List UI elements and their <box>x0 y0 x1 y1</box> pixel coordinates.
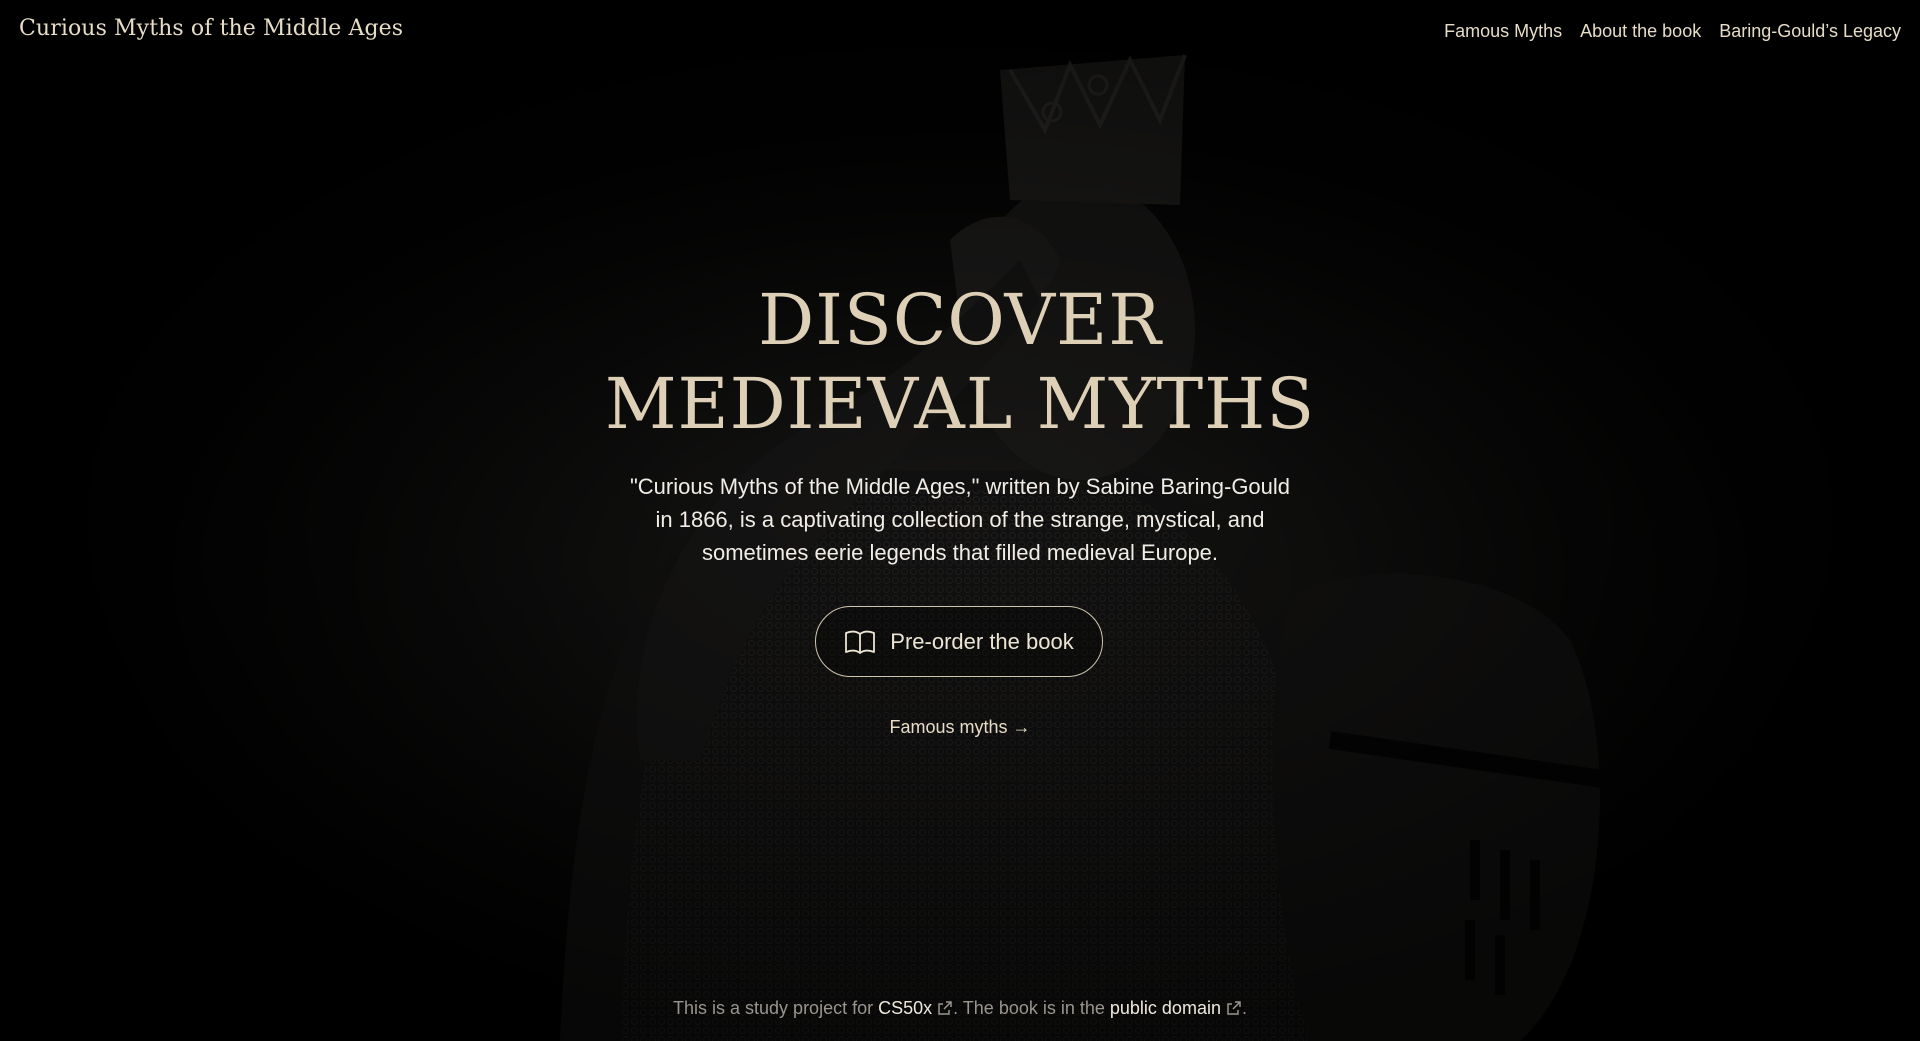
hero-title-line-1: DISCOVER <box>758 279 1162 361</box>
site-footer: This is a study project for CS50x . The b… <box>0 998 1920 1019</box>
main-nav: Famous Myths About the book Baring-Gould… <box>1444 21 1901 42</box>
external-link-icon <box>1227 1001 1241 1015</box>
famous-myths-link[interactable]: Famous myths → <box>860 717 1060 738</box>
footer-text-before: This is a study project for <box>673 998 879 1018</box>
open-book-icon <box>845 630 876 654</box>
preorder-button[interactable]: Pre-order the book <box>815 606 1103 677</box>
hero-description: "Curious Myths of the Middle Ages," writ… <box>629 474 1291 565</box>
site-header: Curious Myths of the Middle Ages Famous … <box>0 0 1920 62</box>
footer-text-after: . <box>1241 998 1247 1018</box>
brand-logo-link[interactable]: Curious Myths of the Middle Ages <box>19 16 403 41</box>
cs50x-link[interactable]: CS50x <box>878 998 953 1018</box>
external-link-icon <box>938 1001 952 1015</box>
cs50x-link-label: CS50x <box>878 998 933 1018</box>
nav-link-baring-goulds-legacy[interactable]: Baring-Gould’s Legacy <box>1719 21 1901 42</box>
nav-link-famous-myths[interactable]: Famous Myths <box>1444 21 1562 42</box>
footer-text-middle: . The book is in the <box>953 998 1110 1018</box>
preorder-button-label: Pre-order the book <box>890 628 1074 654</box>
nav-link-about-the-book[interactable]: About the book <box>1580 21 1701 42</box>
hero-title: DISCOVER MEDIEVAL MYTHS <box>560 278 1360 446</box>
public-domain-link-label: public domain <box>1109 998 1221 1018</box>
hero-title-line-2: MEDIEVAL MYTHS <box>604 363 1316 445</box>
public-domain-link[interactable]: public domain <box>1110 998 1242 1018</box>
